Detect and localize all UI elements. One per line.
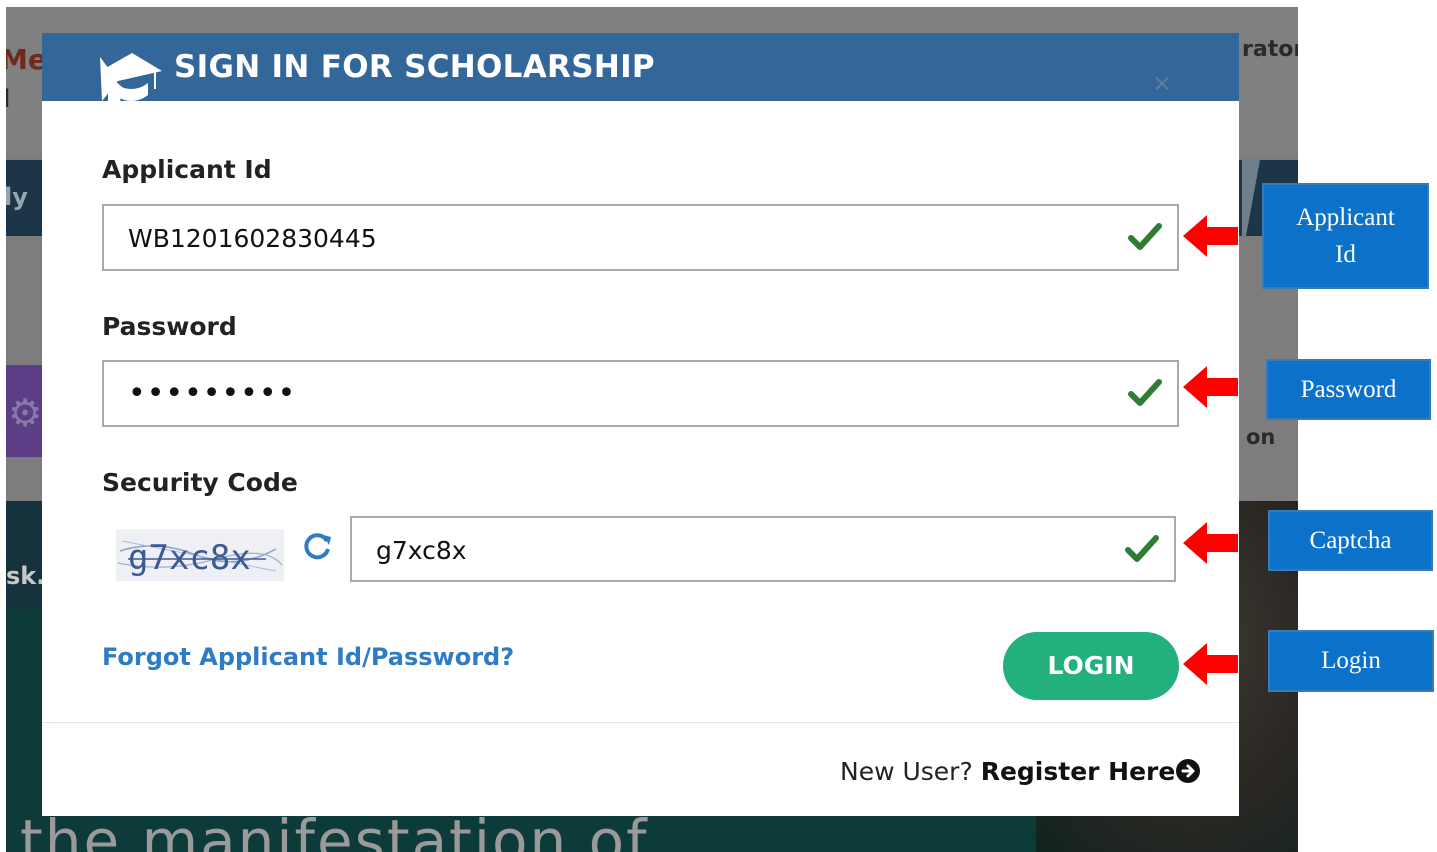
- annotation-applicant-line2: Id: [1335, 241, 1356, 268]
- checkmark-icon: [1125, 535, 1159, 562]
- annotation-password: Password: [1266, 359, 1431, 420]
- modal-title: SIGN IN FOR SCHOLARSHIP: [174, 49, 655, 85]
- captcha-input-value: g7xc8x: [376, 536, 467, 565]
- forgot-password-link[interactable]: Forgot Applicant Id/Password?: [102, 643, 514, 671]
- arrow-circle-right-icon[interactable]: [1175, 758, 1201, 784]
- password-label: Password: [102, 312, 237, 341]
- modal-divider: [42, 722, 1239, 723]
- annotation-login: Login: [1268, 630, 1434, 692]
- checkmark-icon: [1128, 379, 1162, 406]
- captcha-input[interactable]: g7xc8x: [350, 516, 1176, 582]
- background-nav-item: ly: [6, 183, 28, 211]
- arrow-left-icon: [1183, 366, 1238, 408]
- refresh-icon[interactable]: [300, 529, 334, 563]
- applicant-id-label: Applicant Id: [102, 155, 272, 184]
- gear-icon: ⚙: [8, 391, 43, 435]
- background-admin-link: rator: [1242, 37, 1298, 62]
- checkmark-icon: [1128, 223, 1162, 250]
- background-hero-band: [6, 501, 46, 609]
- background-tile-text: on: [1246, 425, 1276, 449]
- new-user-prompt: New User? Register Here: [840, 757, 1201, 786]
- login-button[interactable]: LOGIN: [1003, 632, 1179, 700]
- screenshot-stage: Me l rator ly ⚙ on sk. the manifestation…: [0, 0, 1437, 852]
- background-title: Me: [6, 43, 47, 76]
- background-subtitle: l: [6, 85, 11, 113]
- annotation-applicant-id: Applicant Id: [1262, 183, 1429, 289]
- captcha-image-text: g7xc8x: [128, 538, 251, 578]
- background-hero-text-fragment: sk.: [6, 562, 46, 590]
- graduation-cap-icon: [100, 53, 162, 113]
- arrow-left-icon: [1183, 215, 1238, 257]
- arrow-left-icon: [1183, 643, 1238, 685]
- close-icon[interactable]: ×: [1152, 69, 1172, 97]
- password-input[interactable]: •••••••••: [102, 360, 1179, 427]
- password-value: •••••••••: [128, 376, 297, 411]
- sign-in-modal: SIGN IN FOR SCHOLARSHIP × Applicant Id W…: [42, 33, 1239, 816]
- annotation-captcha: Captcha: [1268, 510, 1433, 571]
- applicant-id-input[interactable]: WB1201602830445: [102, 204, 1179, 271]
- register-link[interactable]: Register Here: [981, 757, 1176, 786]
- captcha-image: g7xc8x: [116, 529, 284, 581]
- applicant-id-value: WB1201602830445: [128, 224, 377, 253]
- security-code-label: Security Code: [102, 468, 298, 497]
- new-user-text: New User?: [840, 757, 973, 786]
- annotation-applicant-line1: Applicant: [1296, 204, 1395, 231]
- arrow-left-icon: [1183, 522, 1238, 564]
